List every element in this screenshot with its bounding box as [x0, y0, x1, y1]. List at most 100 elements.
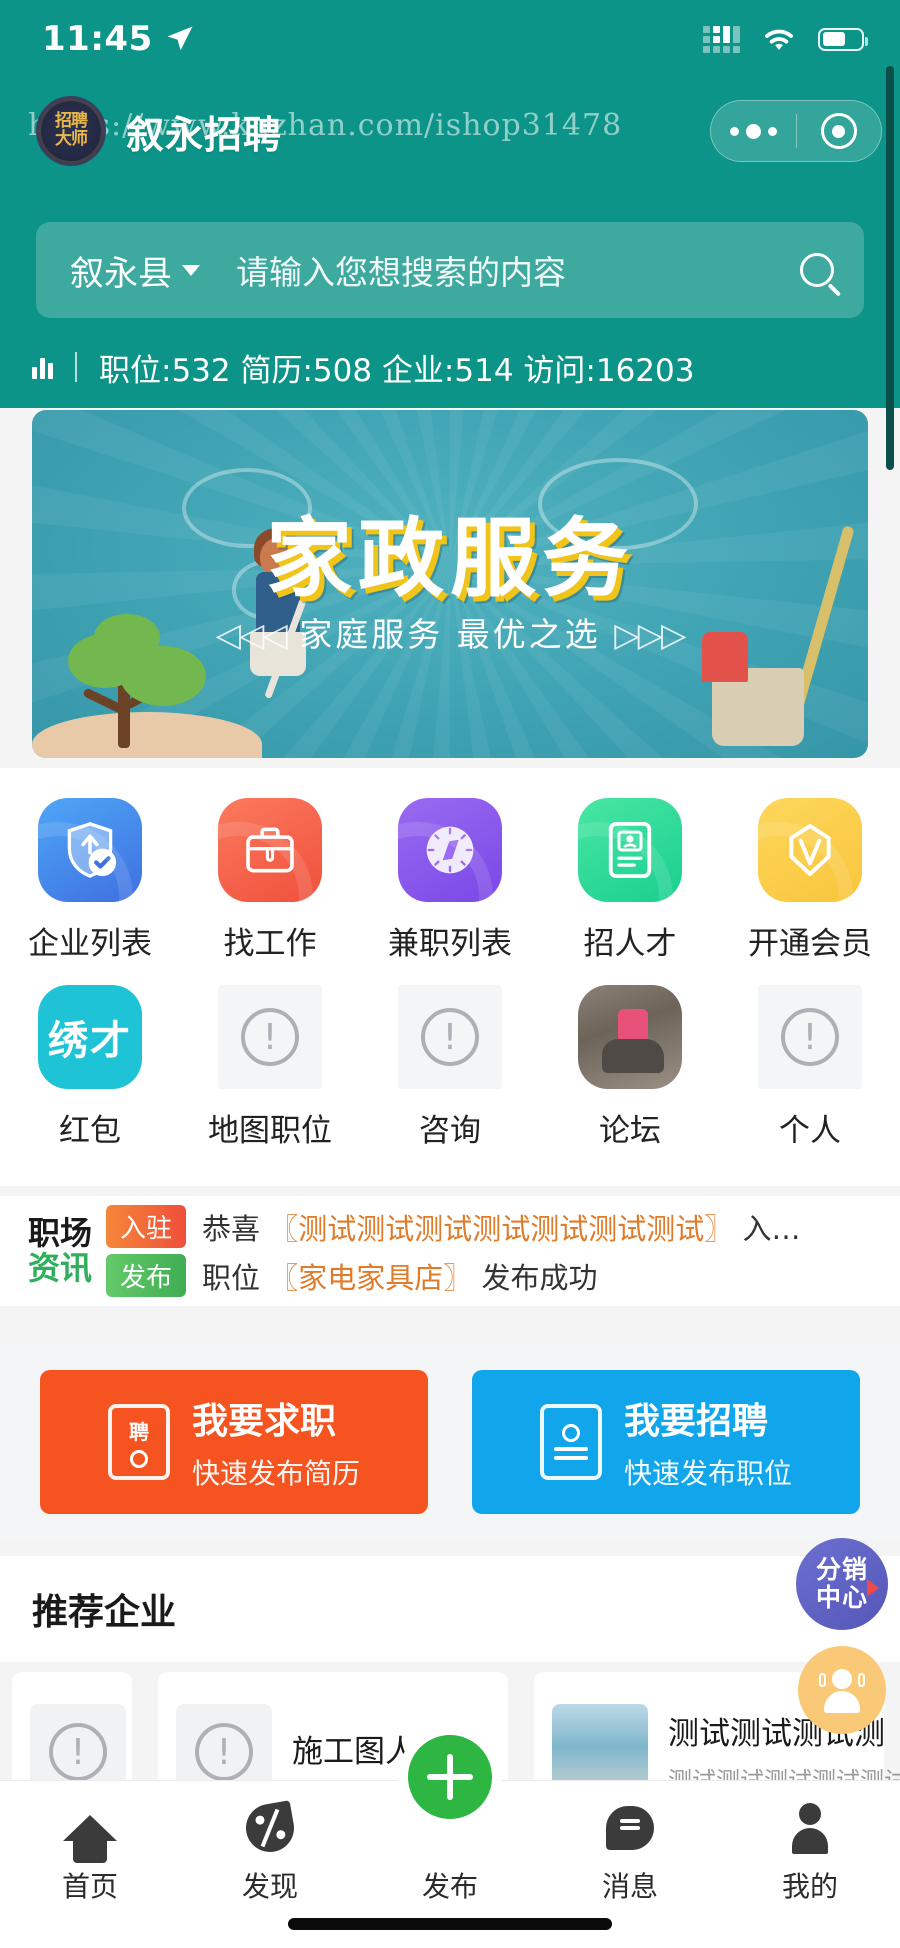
search-bar[interactable]: 叙永县 请输入您想搜索的内容 — [36, 222, 864, 318]
search-icon[interactable] — [800, 253, 834, 287]
discover-icon — [242, 1800, 298, 1856]
broken-image-icon: ! — [758, 985, 862, 1089]
news-item[interactable]: 发布 职位 〖家电家具店〗 发布成功 — [106, 1254, 872, 1297]
banner-tree-icon — [46, 608, 236, 758]
news-tag: 发布 — [106, 1254, 187, 1297]
app-root: 11:45 https://www.kuzhan.com/ishop31478 — [0, 0, 900, 1948]
shortcut-label: 咨询 — [419, 1113, 481, 1149]
news-logo-line1: 职场 — [28, 1214, 93, 1253]
shortcut-label: 红包 — [59, 1113, 121, 1149]
distribution-center-button[interactable]: 分销 中心 — [796, 1538, 888, 1630]
banner-title: 家政服务 — [266, 509, 634, 609]
tab-label: 我的 — [781, 1870, 838, 1903]
promo-banner[interactable]: 家政服务 ◁◁◁ 家庭服务 最优之选 ▷▷▷ — [32, 410, 868, 758]
banner-brush-icon — [702, 632, 748, 682]
recommend-section-header: 推荐企业 — [0, 1556, 900, 1662]
battery-icon — [818, 27, 868, 51]
briefcase-icon — [218, 798, 322, 902]
miniprogram-capsule[interactable] — [710, 100, 882, 162]
distribution-center-line1: 分销 — [815, 1555, 868, 1584]
seek-job-button[interactable]: 聘 我要求职 快速发布简历 — [40, 1370, 428, 1514]
shortcut-company-list[interactable]: 企业列表 — [0, 786, 180, 973]
home-indicator — [288, 1918, 612, 1930]
news-highlight: 〖家电家具店〗 — [269, 1260, 473, 1295]
app-logo: 招聘 大师 — [36, 96, 106, 166]
tab-profile[interactable]: 我的 — [720, 1781, 900, 1948]
news-text: 恭喜 〖测试测试测试测试测试测试测试〗 入… — [202, 1211, 801, 1246]
chevron-down-icon — [182, 264, 200, 276]
capsule-close-button[interactable] — [797, 101, 882, 161]
news-text: 职位 〖家电家具店〗 发布成功 — [202, 1260, 598, 1295]
hire-text: 我要招聘 快速发布职位 — [624, 1392, 792, 1492]
shortcut-recruit-talent[interactable]: 招人才 — [540, 786, 720, 973]
job-post-icon — [539, 1404, 602, 1480]
tab-label: 首页 — [61, 1870, 118, 1903]
diamond-icon — [758, 798, 862, 902]
xiucai-text: 绣才 — [48, 1018, 132, 1064]
status-icons — [703, 24, 868, 54]
shortcut-personal[interactable]: ! 个人 — [720, 973, 900, 1160]
tab-label: 消息 — [601, 1870, 658, 1903]
shortcut-label: 开通会员 — [748, 926, 872, 962]
shortcut-grid-row-2: 绣才 红包 ! 地图职位 ! 咨询 论坛 ! 个人 — [0, 973, 900, 1160]
tab-label: 发现 — [241, 1870, 298, 1903]
page-scrollbar[interactable] — [886, 66, 894, 470]
city-label: 叙永县 — [70, 253, 172, 294]
capsule-more-button[interactable] — [711, 101, 796, 161]
news-rows: 入驻 恭喜 〖测试测试测试测试测试测试测试〗 入… 发布 职位 〖家电家具店〗 … — [106, 1205, 872, 1297]
shortcut-label: 招人才 — [583, 926, 677, 962]
stats-bar: 职位:532 简历:508 企业:514 访问:16203 — [32, 345, 868, 389]
photo-thumbnail-icon — [578, 985, 682, 1089]
action-buttons: 聘 我要求职 快速发布简历 我要招聘 快速发布职位 — [0, 1344, 900, 1540]
hire-subtitle: 快速发布职位 — [623, 1457, 792, 1490]
tab-home[interactable]: 首页 — [0, 1781, 180, 1948]
location-arrow-icon — [167, 26, 193, 51]
more-dots-icon — [729, 123, 777, 139]
status-bar: 11:45 — [0, 0, 900, 78]
tab-label: 发布 — [421, 1870, 478, 1903]
shortcut-label: 企业列表 — [28, 926, 152, 962]
shortcut-find-job[interactable]: 找工作 — [180, 786, 360, 973]
resume-post-icon: 聘 — [107, 1404, 170, 1480]
search-input[interactable]: 请输入您想搜索的内容 — [236, 246, 800, 294]
bar-chart-icon — [32, 355, 53, 379]
wifi-icon — [765, 29, 793, 50]
shortcut-label: 个人 — [779, 1113, 841, 1149]
company-card-title: 施工图人 — [292, 1733, 416, 1770]
shortcut-label: 地图职位 — [208, 1113, 332, 1149]
hire-button[interactable]: 我要招聘 快速发布职位 — [472, 1370, 860, 1514]
shortcut-forum[interactable]: 论坛 — [540, 973, 720, 1160]
profile-icon — [786, 1803, 834, 1854]
seek-job-text: 我要求职 快速发布简历 — [192, 1392, 360, 1492]
shortcut-open-membership[interactable]: 开通会员 — [720, 786, 900, 973]
shortcut-parttime-list[interactable]: 兼职列表 — [360, 786, 540, 973]
shortcut-grid: 企业列表 找工作 兼职列表 招人才 开通会员 绣才 红包 ! 地图职位 ! 咨询… — [0, 768, 900, 1186]
broken-image-icon: ! — [398, 985, 502, 1089]
shortcut-map-jobs[interactable]: ! 地图职位 — [180, 973, 360, 1160]
news-highlight: 〖测试测试测试测试测试测试测试〗 — [269, 1211, 734, 1246]
hire-title: 我要招聘 — [623, 1401, 768, 1442]
seek-job-subtitle: 快速发布简历 — [191, 1457, 360, 1490]
city-selector[interactable]: 叙永县 — [70, 246, 200, 295]
shortcut-label: 论坛 — [599, 1113, 661, 1149]
shortcut-red-packet[interactable]: 绣才 红包 — [0, 973, 180, 1160]
banner-subtitle-right-arrows: ▷▷▷ — [614, 615, 686, 654]
home-icon — [63, 1815, 117, 1863]
news-ticker[interactable]: 职场 资讯 入驻 恭喜 〖测试测试测试测试测试测试测试〗 入… 发布 职位 〖家… — [0, 1196, 900, 1306]
shortcut-consult[interactable]: ! 咨询 — [360, 973, 540, 1160]
navbar: 招聘 大师 叙永招聘 — [0, 86, 900, 176]
header-region: 11:45 https://www.kuzhan.com/ishop31478 — [0, 0, 900, 470]
app-logo-line2: 大师 — [55, 129, 88, 149]
shield-check-icon — [38, 798, 142, 902]
status-time-group: 11:45 — [42, 19, 195, 59]
bottom-tab-bar: 首页 发现 发布 消息 我的 — [0, 1725, 900, 1948]
id-card-icon — [578, 798, 682, 902]
plus-publish-icon[interactable] — [398, 1725, 502, 1829]
shortcut-label: 兼职列表 — [388, 926, 512, 962]
page-title: 叙永招聘 — [126, 112, 283, 157]
shortcut-grid-row-1: 企业列表 找工作 兼职列表 招人才 开通会员 — [0, 786, 900, 973]
news-item[interactable]: 入驻 恭喜 〖测试测试测试测试测试测试测试〗 入… — [106, 1205, 872, 1248]
customer-service-button[interactable] — [798, 1646, 886, 1734]
stats-text: 职位:532 简历:508 企业:514 访问:16203 — [99, 352, 695, 389]
status-time: 11:45 — [42, 19, 153, 59]
